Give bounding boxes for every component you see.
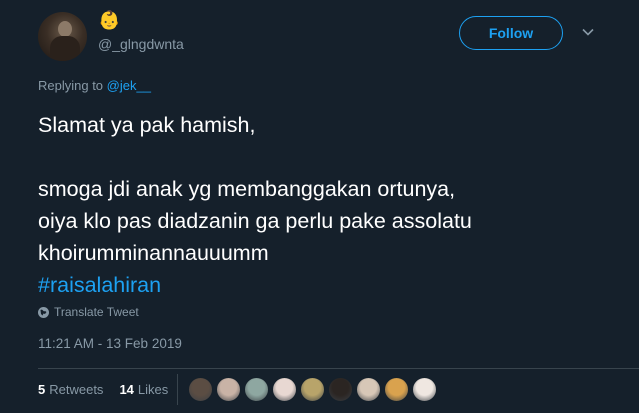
- liker-avatar-1[interactable]: [188, 377, 213, 402]
- liker-avatar-3[interactable]: [244, 377, 269, 402]
- tweet-stats: 5 Retweets 14 Likes: [38, 380, 168, 398]
- chevron-down-icon[interactable]: [581, 25, 595, 39]
- author-handle[interactable]: @_glngdwnta: [98, 36, 184, 52]
- divider: [38, 368, 639, 369]
- liker-avatar-9[interactable]: [412, 377, 437, 402]
- stats-divider: [177, 374, 178, 405]
- retweets-count[interactable]: 5: [38, 382, 45, 397]
- replying-to-line: Replying to @jek__: [38, 78, 151, 93]
- tweet-line: Slamat ya pak hamish,: [38, 113, 256, 137]
- avatar-body-shape: [50, 36, 80, 61]
- liker-avatar-6[interactable]: [328, 377, 353, 402]
- author-display-name[interactable]: 👶: [98, 10, 120, 30]
- liker-avatar-2[interactable]: [216, 377, 241, 402]
- likes-label[interactable]: Likes: [138, 382, 168, 397]
- liker-avatar-4[interactable]: [272, 377, 297, 402]
- tweet-line: khoirumminannauuumm: [38, 241, 269, 265]
- liker-avatars: [188, 377, 437, 402]
- replying-to-prefix: Replying to: [38, 78, 104, 93]
- translate-tweet-label: Translate Tweet: [54, 305, 139, 319]
- liker-avatar-7[interactable]: [356, 377, 381, 402]
- retweets-label[interactable]: Retweets: [49, 382, 103, 397]
- globe-icon: [38, 306, 49, 318]
- liker-avatar-8[interactable]: [384, 377, 409, 402]
- tweet-line: oiya klo pas diadzanin ga perlu pake ass…: [38, 209, 472, 233]
- likes-count[interactable]: 14: [119, 382, 133, 397]
- replying-to-link[interactable]: @jek__: [107, 78, 151, 93]
- author-avatar[interactable]: [38, 12, 87, 61]
- translate-tweet-link[interactable]: Translate Tweet: [38, 305, 139, 319]
- avatar-head-shape: [58, 21, 72, 37]
- hashtag-link[interactable]: #raisalahiran: [38, 269, 618, 301]
- liker-avatar-5[interactable]: [300, 377, 325, 402]
- follow-button[interactable]: Follow: [459, 16, 563, 50]
- tweet-line: smoga jdi anak yg membanggakan ortunya,: [38, 177, 456, 201]
- tweet-text: Slamat ya pak hamish, smoga jdi anak yg …: [38, 109, 618, 301]
- tweet-timestamp[interactable]: 11:21 AM - 13 Feb 2019: [38, 336, 182, 351]
